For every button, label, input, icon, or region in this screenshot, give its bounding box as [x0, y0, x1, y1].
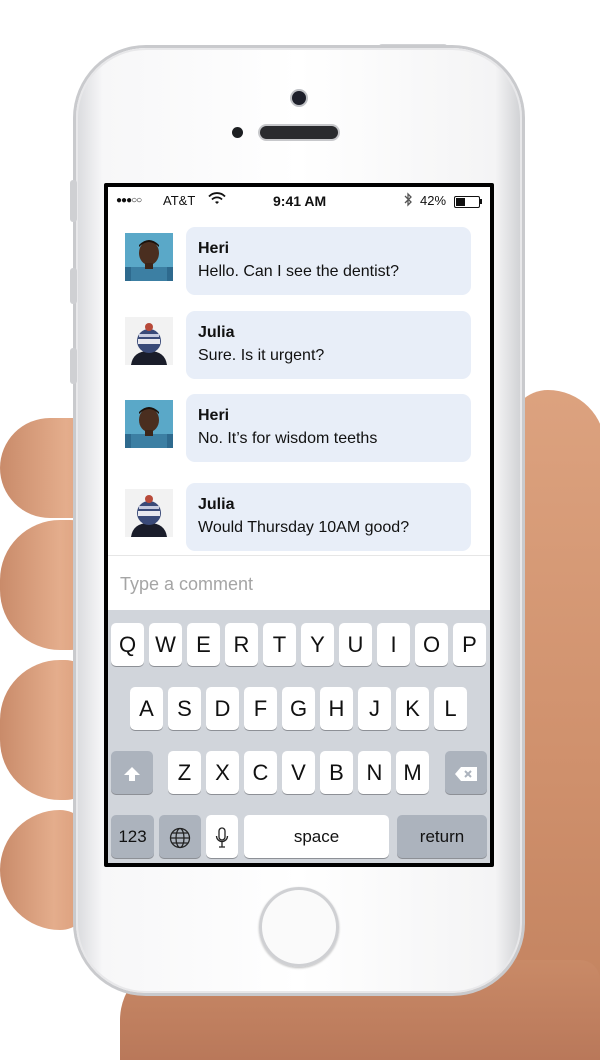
message-item: Julia Would Thursday 10AM good? — [108, 483, 490, 553]
dictation-key[interactable] — [206, 815, 238, 858]
key-e[interactable]: E — [187, 623, 220, 666]
thumb — [510, 390, 600, 1030]
keyboard: Q W E R T Y U I O P A S D F G H J K L Z … — [108, 610, 490, 863]
sender-name: Julia — [198, 496, 235, 513]
message-bubble: Julia Would Thursday 10AM good? — [186, 483, 471, 551]
key-r[interactable]: R — [225, 623, 258, 666]
message-text: Sure. Is it urgent? — [198, 347, 325, 364]
key-g[interactable]: G — [282, 687, 315, 730]
julia-avatar — [125, 317, 173, 365]
battery-level — [456, 198, 465, 206]
shift-arrow-icon — [122, 763, 142, 782]
proximity-sensor — [232, 127, 243, 138]
message-item: Heri No. It’s for wisdom teeths — [108, 394, 490, 464]
key-h[interactable]: H — [320, 687, 353, 730]
key-c[interactable]: C — [244, 751, 277, 794]
home-button[interactable] — [259, 887, 339, 967]
key-q[interactable]: Q — [111, 623, 144, 666]
heri-avatar — [125, 400, 173, 448]
message-bubble: Julia Sure. Is it urgent? — [186, 311, 471, 379]
message-list[interactable]: Heri Hello. Can I see the dentist? Julia… — [108, 221, 490, 555]
key-z[interactable]: Z — [168, 751, 201, 794]
delete-key[interactable] — [445, 751, 487, 794]
key-n[interactable]: N — [358, 751, 391, 794]
battery-icon — [454, 196, 480, 208]
comment-input[interactable] — [118, 569, 482, 599]
message-item: Heri Hello. Can I see the dentist? — [108, 227, 490, 297]
sender-name: Julia — [198, 324, 235, 341]
mute-switch — [70, 180, 77, 222]
key-x[interactable]: X — [206, 751, 239, 794]
message-text: Would Thursday 10AM good? — [198, 519, 410, 536]
julia-avatar — [125, 489, 173, 537]
message-text: Hello. Can I see the dentist? — [198, 263, 400, 280]
front-camera — [292, 91, 306, 105]
status-bar: ●●●○○ AT&T 9:41 AM 42% — [108, 187, 490, 215]
message-bubble: Heri No. It’s for wisdom teeths — [186, 394, 471, 462]
key-u[interactable]: U — [339, 623, 372, 666]
battery-nub — [480, 199, 482, 204]
key-k[interactable]: K — [396, 687, 429, 730]
key-y[interactable]: Y — [301, 623, 334, 666]
comment-bar — [108, 555, 490, 611]
key-v[interactable]: V — [282, 751, 315, 794]
key-t[interactable]: T — [263, 623, 296, 666]
numbers-key[interactable]: 123 — [111, 815, 154, 858]
key-l[interactable]: L — [434, 687, 467, 730]
earpiece-speaker — [260, 126, 338, 139]
volume-down-button — [70, 348, 77, 384]
key-j[interactable]: J — [358, 687, 391, 730]
signal-strength-icon: ●●●○○ — [116, 195, 142, 206]
return-key[interactable]: return — [397, 815, 487, 858]
clock: 9:41 AM — [273, 193, 327, 209]
phone-screen: ●●●○○ AT&T 9:41 AM 42% Heri Hello. Can I — [104, 183, 494, 867]
key-f[interactable]: F — [244, 687, 277, 730]
message-text: No. It’s for wisdom teeths — [198, 430, 378, 447]
sender-name: Heri — [198, 407, 230, 424]
microphone-icon — [215, 826, 229, 848]
shift-key[interactable] — [111, 751, 153, 794]
key-b[interactable]: B — [320, 751, 353, 794]
key-o[interactable]: O — [415, 623, 448, 666]
battery-percent: 42% — [420, 193, 447, 208]
carrier-name: AT&T — [163, 193, 196, 208]
key-a[interactable]: A — [130, 687, 163, 730]
sender-name: Heri — [198, 240, 230, 257]
key-d[interactable]: D — [206, 687, 239, 730]
message-item: Julia Sure. Is it urgent? — [108, 311, 490, 381]
backspace-icon — [454, 763, 478, 782]
key-w[interactable]: W — [149, 623, 182, 666]
key-m[interactable]: M — [396, 751, 429, 794]
space-key[interactable]: space — [244, 815, 389, 858]
key-s[interactable]: S — [168, 687, 201, 730]
key-i[interactable]: I — [377, 623, 410, 666]
heri-avatar — [125, 233, 173, 281]
app-screen: ●●●○○ AT&T 9:41 AM 42% Heri Hello. Can I — [108, 187, 490, 863]
globe-key[interactable] — [159, 815, 201, 858]
key-p[interactable]: P — [453, 623, 486, 666]
wifi-icon — [208, 192, 226, 209]
message-bubble: Heri Hello. Can I see the dentist? — [186, 227, 471, 295]
volume-up-button — [70, 268, 77, 304]
globe-icon — [169, 827, 191, 848]
bluetooth-icon — [403, 192, 413, 210]
